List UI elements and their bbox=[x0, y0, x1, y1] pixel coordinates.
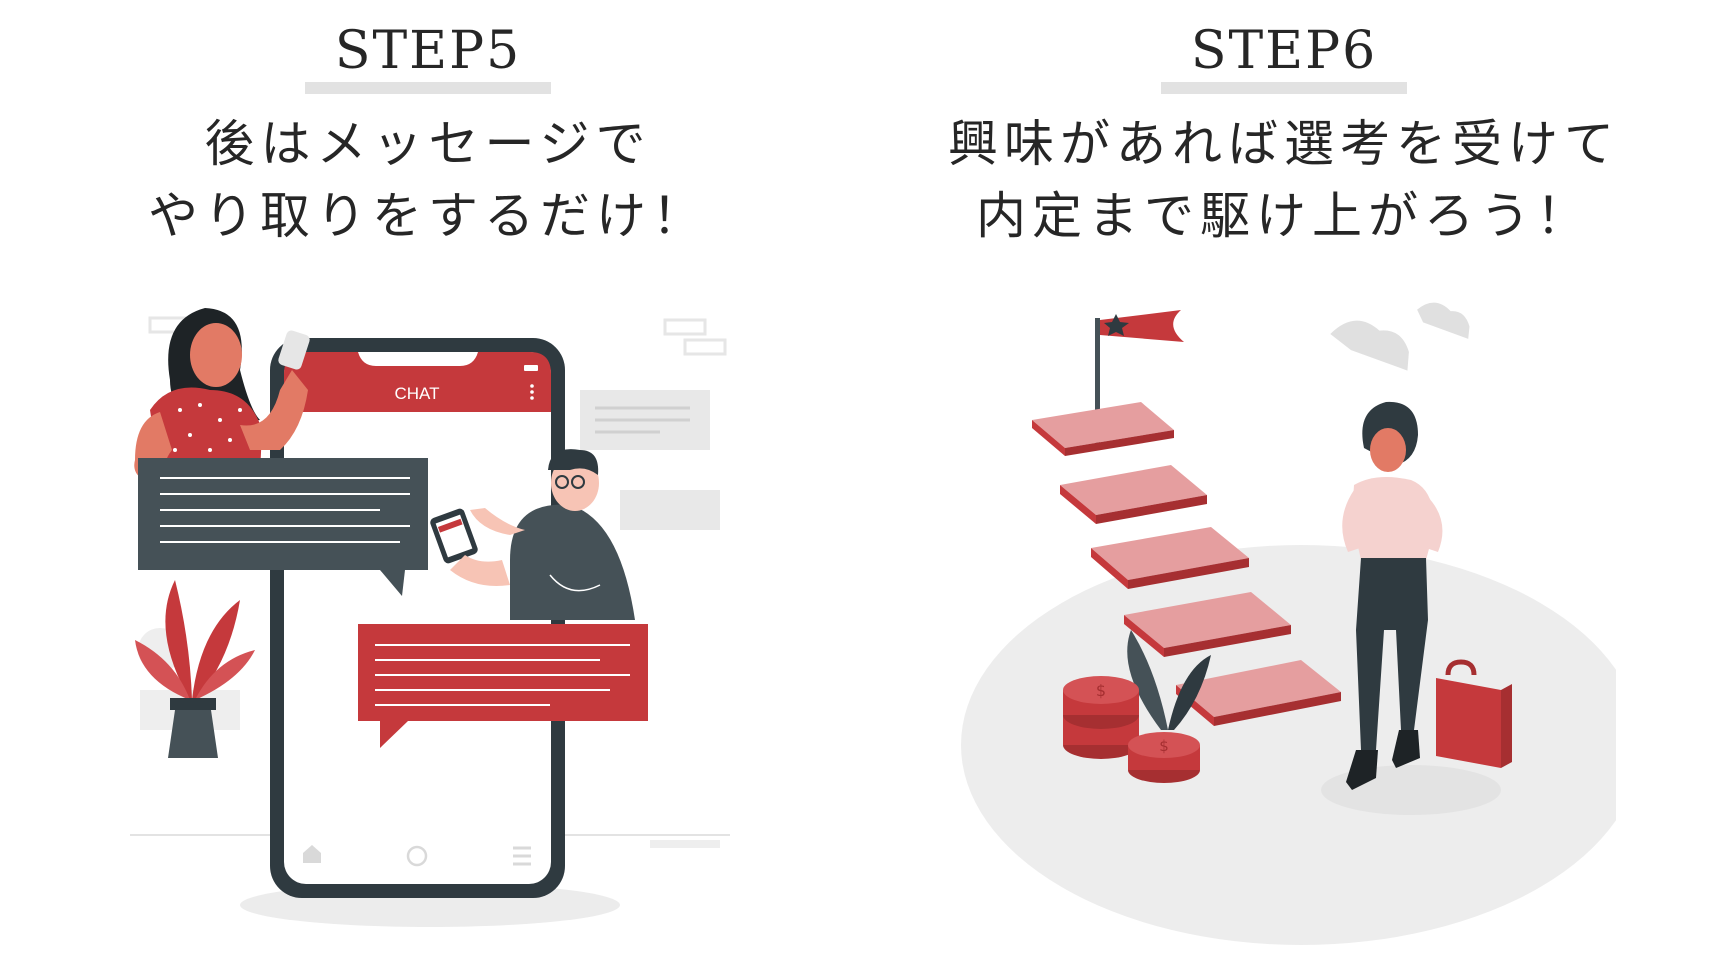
plant-decoration bbox=[135, 580, 255, 758]
step5-panel: STEP5 後はメッセージで やり取りをするだけ！ CHAT bbox=[0, 0, 856, 963]
svg-text:$: $ bbox=[1159, 737, 1169, 755]
svg-text:$: $ bbox=[1096, 681, 1106, 700]
step5-caption-line-1: 後はメッセージで bbox=[204, 115, 652, 173]
cloud-icon bbox=[1330, 302, 1470, 371]
step5-caption: 後はメッセージで やり取りをするだけ！ bbox=[0, 108, 856, 252]
step6-panel: STEP6 興味があれば選考を受けて 内定まで駆け上がろう！ $ $ bbox=[856, 0, 1712, 963]
menu-dots-icon bbox=[530, 384, 534, 400]
step5-heading: STEP5 bbox=[304, 22, 552, 94]
chat-illustration: CHAT bbox=[130, 308, 730, 927]
step5-caption-line-2: やり取りをするだけ！ bbox=[148, 187, 708, 245]
career-steps-illustration: $ $ bbox=[961, 302, 1616, 945]
step6-caption-line-1: 興味があれば選考を受けて bbox=[948, 115, 1620, 173]
step6-caption-line-2: 内定まで駆け上がろう！ bbox=[976, 187, 1592, 245]
step6-caption: 興味があれば選考を受けて 内定まで駆け上がろう！ bbox=[856, 108, 1712, 252]
phone-header-title: CHAT bbox=[394, 384, 439, 403]
step6-heading: STEP6 bbox=[1160, 22, 1408, 94]
